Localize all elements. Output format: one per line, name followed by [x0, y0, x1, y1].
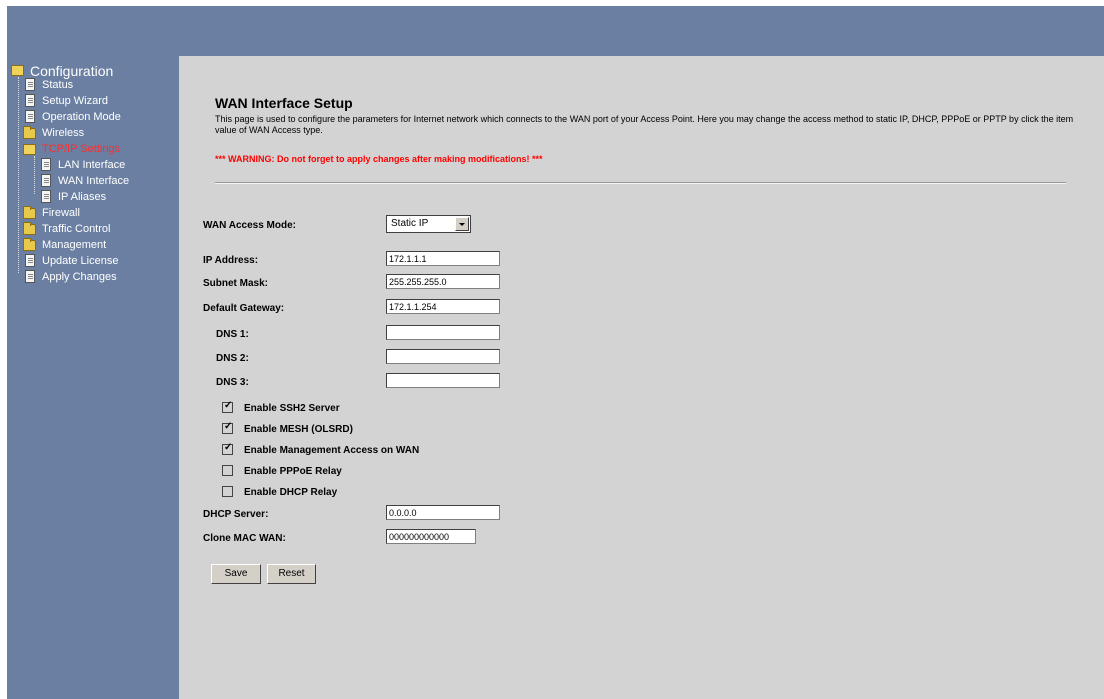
default-gateway-label: Default Gateway: [203, 303, 285, 314]
tree-connector [18, 77, 19, 273]
document-icon [25, 94, 35, 107]
folder-icon [23, 206, 36, 219]
sidebar-item-label: Setup Wizard [42, 95, 109, 107]
document-icon [41, 190, 51, 203]
folder-icon [23, 238, 36, 251]
document-icon [41, 174, 51, 187]
save-button[interactable]: Save [211, 564, 261, 584]
sidebar-item-label: Firewall [42, 207, 80, 219]
chevron-down-icon[interactable] [455, 217, 469, 231]
dhcp-relay-label: Enable DHCP Relay [244, 487, 338, 498]
sidebar-item-label: Traffic Control [42, 223, 111, 235]
main-content: WAN Interface Setup This page is used to… [179, 56, 1104, 699]
dns1-label: DNS 1: [216, 329, 249, 340]
pppoe-relay-label: Enable PPPoE Relay [244, 466, 342, 477]
sidebar-item-label: LAN Interface [58, 159, 126, 171]
folder-icon [23, 126, 36, 139]
sidebar-item-label: Status [42, 79, 74, 91]
dns3-input[interactable] [386, 373, 500, 388]
page-description: This page is used to configure the param… [215, 114, 1074, 135]
access-mode-value: Static IP [391, 218, 429, 229]
sidebar-item-label: TCP/IP Settings [42, 143, 121, 155]
document-icon [25, 270, 35, 283]
ip-address-label: IP Address: [203, 255, 259, 266]
sidebar-item-label: Apply Changes [42, 271, 117, 283]
dhcp-server-label: DHCP Server: [203, 509, 269, 520]
access-mode-label: WAN Access Mode: [203, 220, 296, 231]
ip-address-input[interactable] [386, 251, 500, 266]
tree-connector [34, 156, 35, 194]
mgmt-access-label: Enable Management Access on WAN [244, 445, 420, 456]
document-icon [25, 78, 35, 91]
ssh2-checkbox[interactable] [222, 400, 233, 413]
subnet-mask-label: Subnet Mask: [203, 278, 269, 289]
folder-icon [23, 222, 36, 235]
subnet-mask-input[interactable] [386, 274, 500, 289]
sidebar-item-label: Management [42, 239, 107, 251]
reset-button[interactable]: Reset [267, 564, 316, 584]
clone-mac-label: Clone MAC WAN: [203, 533, 286, 544]
top-banner [7, 6, 1104, 56]
folder-open-icon [23, 144, 36, 155]
dns2-input[interactable] [386, 349, 500, 364]
sidebar-item-label: IP Aliases [58, 191, 107, 203]
pppoe-relay-checkbox[interactable] [222, 465, 233, 476]
warning-message: *** WARNING: Do not forget to apply chan… [215, 154, 543, 164]
mesh-label: Enable MESH (OLSRD) [244, 424, 353, 435]
access-mode-select[interactable]: Static IP [386, 215, 471, 233]
folder-open-icon [11, 65, 24, 76]
sidebar-item-label: Update License [42, 255, 119, 267]
ssh2-label: Enable SSH2 Server [244, 403, 340, 414]
default-gateway-input[interactable] [386, 299, 500, 314]
mgmt-access-checkbox[interactable] [222, 442, 233, 455]
dhcp-relay-checkbox[interactable] [222, 486, 233, 497]
sidebar-item-label: WAN Interface [58, 175, 130, 187]
sidebar-item-label: Operation Mode [42, 111, 121, 123]
document-icon [41, 158, 51, 171]
clone-mac-input[interactable] [386, 529, 476, 544]
document-icon [25, 110, 35, 123]
dhcp-server-input[interactable] [386, 505, 500, 520]
dns1-input[interactable] [386, 325, 500, 340]
mesh-checkbox[interactable] [222, 421, 233, 434]
sidebar-item-label: Wireless [42, 127, 85, 139]
dns2-label: DNS 2: [216, 353, 249, 364]
document-icon [25, 254, 35, 267]
nav-root-label: Configuration [30, 63, 114, 79]
page-title: WAN Interface Setup [215, 95, 353, 111]
divider [215, 182, 1066, 184]
sidebar: Configuration Status Setup Wizard Operat… [7, 56, 179, 699]
dns3-label: DNS 3: [216, 377, 249, 388]
